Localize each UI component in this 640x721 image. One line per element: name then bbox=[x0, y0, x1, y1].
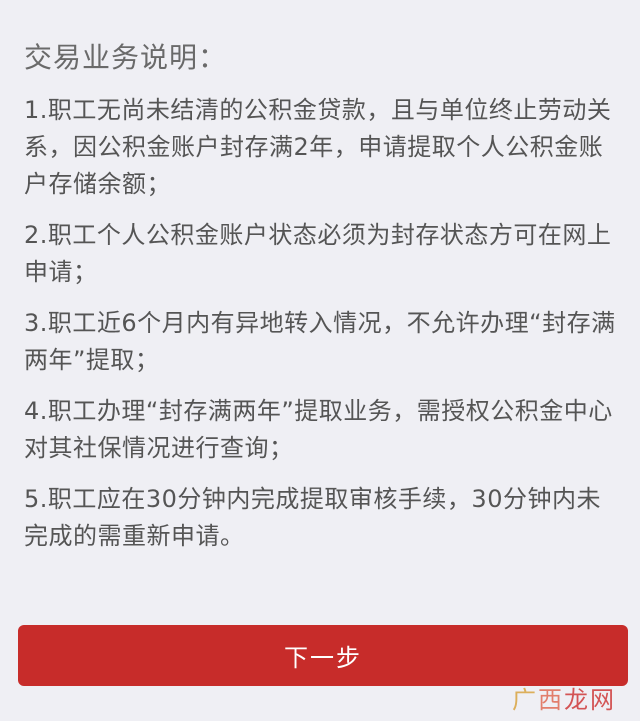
section-title: 交易业务说明： bbox=[24, 41, 228, 74]
instruction-item-1: 1.职工无尚未结清的公积金贷款，且与单位终止劳动关系，因公积金账户封存满2年，申… bbox=[24, 96, 612, 198]
watermark-char: 西 bbox=[538, 686, 562, 714]
watermark-char: 广 bbox=[512, 686, 536, 714]
instruction-item-3: 3.职工近6个月内有异地转入情况，不允许办理“封存满两年”提取； bbox=[24, 309, 616, 374]
instruction-item-2: 2.职工个人公积金账户状态必须为封存状态方可在网上申请； bbox=[24, 221, 612, 286]
instruction-item-4: 4.职工办理“封存满两年”提取业务，需授权公积金中心对其社保情况进行查询； bbox=[24, 397, 613, 462]
watermark-char: 龙 bbox=[564, 686, 588, 714]
instruction-item-5: 5.职工应在30分钟内完成提取审核手续，30分钟内未完成的需重新申请。 bbox=[24, 485, 601, 550]
instructions-panel: 交易业务说明： 1.职工无尚未结清的公积金贷款，且与单位终止劳动关系，因公积金账… bbox=[24, 38, 622, 569]
watermark-logo: 广 西 龙 网 bbox=[510, 680, 614, 715]
watermark-char: 网 bbox=[590, 686, 614, 714]
next-step-button[interactable]: 下一步 bbox=[18, 625, 628, 686]
